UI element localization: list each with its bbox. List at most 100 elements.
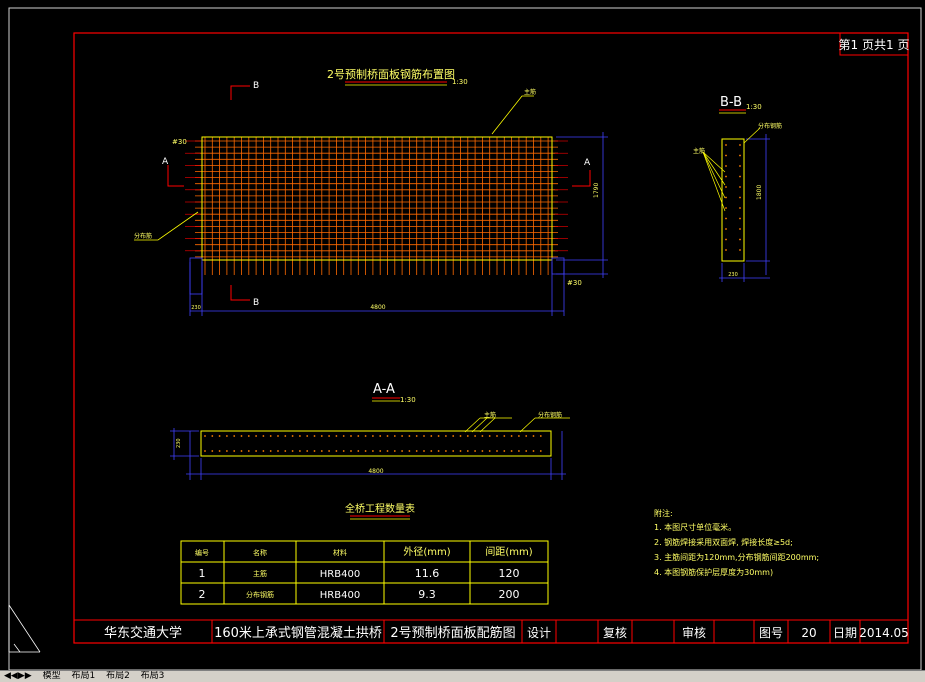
- rebar-dot: [725, 144, 727, 146]
- rebar-dot: [306, 435, 309, 437]
- title-date: 2014.05: [859, 626, 909, 640]
- table-cell: 9.3: [418, 588, 436, 601]
- rebar-dot: [739, 196, 741, 199]
- rebar-dot: [525, 450, 528, 452]
- callout-aa-main: 主筋: [484, 411, 496, 419]
- rebar-dot: [725, 249, 727, 251]
- rebar-dot: [306, 450, 309, 452]
- rebar-dot: [277, 450, 279, 452]
- note-item: 2. 钢筋焊接采用双面焊, 焊接长度≥5d;: [654, 537, 793, 547]
- title-school: 华东交通大学: [104, 625, 182, 641]
- section-mark-b-top: [230, 85, 250, 100]
- rebar-dot: [350, 450, 352, 452]
- callout-bb-top: 分布钢筋: [758, 122, 782, 130]
- rebar-dot: [739, 207, 741, 209]
- section-mark-b-bottom: [230, 285, 250, 301]
- rebar-dot: [415, 435, 418, 437]
- rebar-dot: [725, 186, 727, 188]
- callout-lines-bb: [702, 127, 761, 212]
- note-item: 1. 本图尺寸单位毫米。: [654, 522, 736, 532]
- rebar-dot: [313, 435, 316, 437]
- rebar-dot: [481, 450, 484, 452]
- rebar-dot: [466, 450, 469, 452]
- rebar-dot: [739, 217, 741, 220]
- rebar-dot: [320, 435, 323, 437]
- table-header-cell: 外径(mm): [403, 545, 450, 558]
- rebar-dot: [539, 450, 542, 452]
- rebar-dot: [372, 450, 374, 452]
- rebar-dot: [401, 435, 403, 437]
- rebar-dot: [423, 450, 425, 452]
- title-review-label: 审核: [682, 625, 706, 640]
- ucs-icon: [8, 604, 41, 653]
- drawing-sheet: 第1 页共1 页 2号预制桥面板钢筋布置图 1:30 B B A A #30 #…: [8, 7, 922, 670]
- rebar-dot: [328, 450, 330, 452]
- title-check-label: 复核: [603, 626, 627, 640]
- rebar-dot: [393, 435, 396, 437]
- rebar-dot: [262, 450, 265, 452]
- rebar-dot: [204, 435, 206, 437]
- title-drawing-name: 2号预制桥面板配筋图: [390, 625, 515, 641]
- rebar-dot: [372, 435, 374, 437]
- rebar-dot: [204, 450, 206, 452]
- rebar-dot: [357, 450, 360, 452]
- tab-nav-arrows-icon[interactable]: ◀◀▶▶: [0, 671, 36, 681]
- rebar-dot: [539, 435, 542, 437]
- rebar-dot: [255, 450, 257, 452]
- paper-border: [8, 7, 922, 670]
- quantity-table-header: 编号 名称 材料 外径(mm) 间距(mm): [195, 545, 533, 558]
- rebar-dot: [474, 435, 476, 437]
- rebar-dot: [725, 228, 727, 230]
- dim-bb-width: 230: [728, 272, 738, 278]
- rebar-dot: [532, 435, 535, 437]
- rebar-dot: [357, 435, 360, 437]
- rebar-dot: [284, 450, 287, 452]
- rebar-dot: [739, 154, 741, 157]
- tab-layout-2[interactable]: 布局2: [102, 671, 134, 681]
- rebar-dot: [481, 435, 484, 437]
- note-item: 4. 本图钢筋保护层厚度为30mm): [654, 567, 773, 577]
- rebar-dot: [364, 450, 367, 452]
- title-project: 160米上承式钢管混凝土拱桥: [214, 625, 382, 641]
- rebar-dot: [226, 435, 228, 437]
- rebar-dot: [496, 450, 498, 452]
- rebar-dot: [299, 450, 301, 452]
- section-aa-scale: 1:30: [400, 396, 416, 404]
- rebar-dot: [437, 435, 440, 437]
- tab-model[interactable]: 模型: [39, 671, 65, 681]
- rebar-dot: [739, 228, 741, 230]
- rebar-dot: [233, 435, 236, 437]
- rebar-dot: [320, 450, 323, 452]
- rebar-dot: [496, 435, 498, 437]
- rebar-dot: [335, 435, 338, 437]
- rebar-dot: [525, 435, 528, 437]
- rebar-dot: [510, 450, 513, 452]
- callout-line-plan-top: [491, 95, 534, 135]
- table-header-cell: 间距(mm): [485, 545, 532, 558]
- section-mark-a-left: [167, 165, 184, 187]
- rebar-dot: [430, 450, 433, 452]
- title-design-label: 设计: [527, 626, 551, 640]
- rebar-dot: [725, 238, 727, 241]
- dim-aa-width: 4800: [368, 468, 383, 475]
- tab-layout-3[interactable]: 布局3: [137, 671, 169, 681]
- table-cell: 11.6: [415, 567, 440, 580]
- cad-drawing-area[interactable]: 第1 页共1 页 2号预制桥面板钢筋布置图 1:30 B B A A #30 #…: [0, 0, 925, 670]
- section-mark-a-right: [572, 170, 591, 187]
- rebar-dot: [379, 450, 382, 452]
- quantity-table-title: 全桥工程数量表: [345, 502, 415, 515]
- rebar-dot: [342, 450, 345, 452]
- table-cell: HRB400: [320, 590, 360, 601]
- rebar-dot: [328, 435, 330, 437]
- notes-heading: 附注:: [654, 508, 673, 518]
- rebar-dot: [386, 435, 389, 437]
- rebar-dot: [725, 207, 727, 209]
- section-bb-outline: [721, 138, 745, 262]
- tab-layout-1[interactable]: 布局1: [67, 671, 99, 681]
- rebar-dot: [364, 435, 367, 437]
- rebar-dot: [313, 450, 316, 452]
- rebar-dot: [299, 435, 301, 437]
- rebar-dot: [503, 435, 506, 437]
- rebar-dot: [518, 435, 520, 437]
- rebar-dot: [386, 450, 389, 452]
